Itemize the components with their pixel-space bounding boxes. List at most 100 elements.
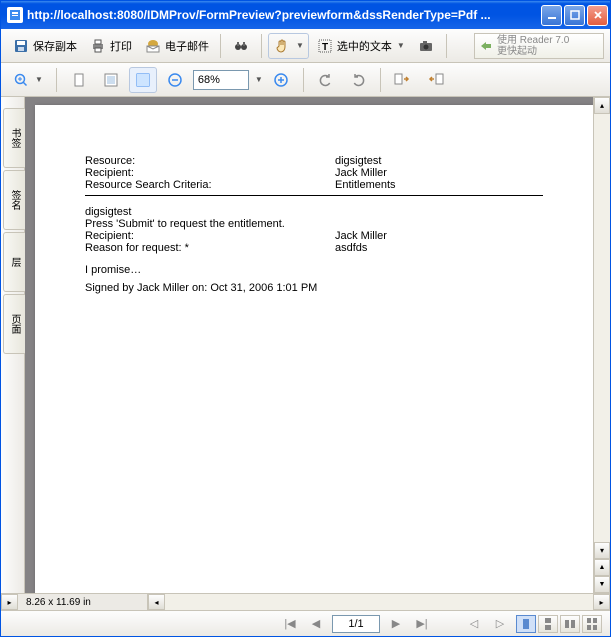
chevron-down-icon: ▼ xyxy=(35,75,43,84)
zoom-input[interactable] xyxy=(193,70,249,90)
sidebar-tab-pages[interactable]: 页面 xyxy=(3,294,25,354)
minimize-button[interactable] xyxy=(541,5,562,26)
hand-tool-button[interactable]: ▼ xyxy=(268,33,309,59)
document-viewport: Resource:digsigtest Recipient:Jack Mille… xyxy=(25,97,610,593)
binoculars-icon xyxy=(232,37,250,55)
save-copy-button[interactable]: 保存副本 xyxy=(7,33,82,59)
arrow-icon xyxy=(479,39,493,53)
page-number-input[interactable] xyxy=(332,615,380,633)
last-page-button[interactable]: ▶| xyxy=(412,614,432,634)
single-page-view-button[interactable] xyxy=(516,615,536,633)
facing-view-button[interactable] xyxy=(560,615,580,633)
text-select-icon: T xyxy=(316,37,334,55)
page-icon xyxy=(70,71,88,89)
text-select-label: 选中的文本 xyxy=(337,38,392,54)
scroll-up-button[interactable]: ▴ xyxy=(594,97,610,114)
sidebar-tab-bookmarks[interactable]: 书签 xyxy=(3,108,25,168)
email-button[interactable]: 电子邮件 xyxy=(139,33,214,59)
camera-icon xyxy=(417,37,435,55)
field-label: Recipient: xyxy=(85,167,335,179)
prev-page-button[interactable]: ◀ xyxy=(306,614,326,634)
snapshot-button[interactable] xyxy=(412,33,440,59)
hscroll-info-toggle[interactable]: ▸ xyxy=(1,594,18,610)
reflow-button[interactable] xyxy=(389,67,417,93)
continuous-facing-view-button[interactable] xyxy=(582,615,602,633)
next-page-button[interactable]: ▶ xyxy=(386,614,406,634)
titlebar: http://localhost:8080/IDMProv/FormPrevie… xyxy=(1,1,610,29)
actual-size-button[interactable] xyxy=(129,67,157,93)
reflow-icon xyxy=(394,71,412,89)
print-button[interactable]: 打印 xyxy=(84,33,137,59)
titlebar-url: http://localhost:8080/IDMProv/FormPrevie… xyxy=(27,8,541,22)
page-width-icon xyxy=(102,71,120,89)
bottom-nav-bar: |◀ ◀ ▶ ▶| ◁ ▷ xyxy=(1,610,610,636)
field-label: Reason for request: * xyxy=(85,242,335,254)
search-button[interactable] xyxy=(227,33,255,59)
field-value: Entitlements xyxy=(335,179,543,191)
fit-page-button[interactable] xyxy=(65,67,93,93)
horizontal-scroll-row: ▸ 8.26 x 11.69 in ◂ ▸ xyxy=(1,593,610,610)
scroll-page-down-button[interactable]: ▼ xyxy=(594,576,610,593)
maximize-button[interactable] xyxy=(564,5,585,26)
field-value: asdfds xyxy=(335,242,543,254)
rotate-cw-button[interactable] xyxy=(344,67,372,93)
separator xyxy=(380,68,381,92)
reader-line2: 更快起动 xyxy=(497,46,569,57)
field-label: Recipient: xyxy=(85,230,335,242)
document-scroll-area[interactable]: Resource:digsigtest Recipient:Jack Mille… xyxy=(25,97,593,593)
separator xyxy=(261,34,262,58)
separator xyxy=(220,34,221,58)
plus-circle-icon xyxy=(272,71,290,89)
window-controls xyxy=(541,5,608,26)
toolbar-zoom: ▼ ▼ xyxy=(1,63,610,97)
divider xyxy=(85,195,543,196)
close-button[interactable] xyxy=(587,5,608,26)
zoom-in-button[interactable] xyxy=(267,67,295,93)
vertical-scrollbar[interactable]: ▴ ▾ ▲ ▼ xyxy=(593,97,610,593)
scroll-down-button[interactable]: ▾ xyxy=(594,542,610,559)
reflow-back-icon xyxy=(426,71,444,89)
sidebar-tab-signatures[interactable]: 签名 xyxy=(3,170,25,230)
text-select-button[interactable]: T 选中的文本 ▼ xyxy=(311,33,410,59)
hscroll-right-button[interactable]: ▸ xyxy=(593,594,610,610)
svg-text:T: T xyxy=(322,42,328,53)
zoom-tool-button[interactable]: ▼ xyxy=(7,67,48,93)
save-copy-label: 保存副本 xyxy=(33,38,77,54)
sidebar-tab-layers[interactable]: 层 xyxy=(3,232,25,292)
reader-upgrade-panel[interactable]: 使用 Reader 7.0 更快起动 xyxy=(474,33,604,59)
hscroll-track[interactable] xyxy=(165,594,593,610)
field-value: digsigtest xyxy=(335,155,543,167)
main-area: 书签 签名 层 页面 Resource:digsigtest Recipient… xyxy=(1,97,610,593)
app-window: http://localhost:8080/IDMProv/FormPrevie… xyxy=(0,0,611,637)
fit-width-button[interactable] xyxy=(97,67,125,93)
rotate-ccw-button[interactable] xyxy=(312,67,340,93)
zoom-out-button[interactable] xyxy=(161,67,189,93)
back-button[interactable]: ◁ xyxy=(464,614,484,634)
app-icon xyxy=(7,7,23,23)
forward-button[interactable]: ▷ xyxy=(490,614,510,634)
reflow-back-button[interactable] xyxy=(421,67,449,93)
separator xyxy=(56,68,57,92)
email-label: 电子邮件 xyxy=(165,38,209,54)
printer-icon xyxy=(89,37,107,55)
field-label: Resource Search Criteria: xyxy=(85,179,335,191)
signed-text: Signed by Jack Miller on: Oct 31, 2006 1… xyxy=(85,282,543,294)
rotate-cw-icon xyxy=(349,71,367,89)
rotate-ccw-icon xyxy=(317,71,335,89)
toolbar-main: 保存副本 打印 电子邮件 ▼ T 选中的文本 ▼ xyxy=(1,29,610,63)
floppy-icon xyxy=(12,37,30,55)
field-value: Jack Miller xyxy=(335,230,543,242)
scroll-track[interactable] xyxy=(594,114,610,542)
hscroll-left-button[interactable]: ◂ xyxy=(148,594,165,610)
continuous-view-button[interactable] xyxy=(538,615,558,633)
promise-text: I promise… xyxy=(85,264,543,276)
page-size-label: 8.26 x 11.69 in xyxy=(18,594,148,610)
print-label: 打印 xyxy=(110,38,132,54)
chevron-down-icon[interactable]: ▼ xyxy=(255,75,263,84)
text-line: Press 'Submit' to request the entitlemen… xyxy=(85,218,543,230)
reader-line1: 使用 Reader 7.0 xyxy=(497,35,569,46)
pdf-page: Resource:digsigtest Recipient:Jack Mille… xyxy=(35,105,593,593)
hand-icon xyxy=(273,37,291,55)
first-page-button[interactable]: |◀ xyxy=(280,614,300,634)
scroll-page-up-button[interactable]: ▲ xyxy=(594,559,610,576)
